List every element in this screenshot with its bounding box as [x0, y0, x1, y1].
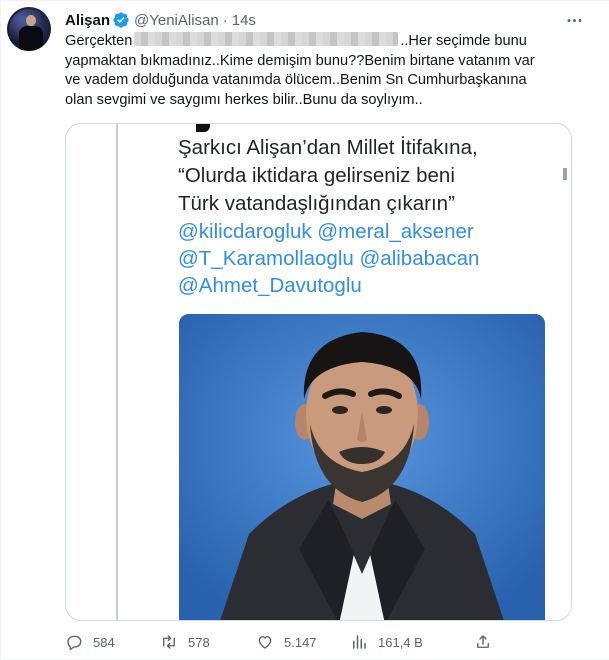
- media-mention-line: @kilicdarogluk @meral_aksener: [178, 220, 474, 243]
- tweet-header: Alişan @YeniAlisan · 14s: [65, 10, 256, 30]
- portrait-photo: [179, 314, 545, 620]
- like-count: 5.147: [284, 634, 317, 650]
- screenshot-scroll-mark: [563, 168, 567, 180]
- retweet-count: 578: [188, 634, 210, 650]
- like-button[interactable]: 5.147: [256, 633, 350, 651]
- tweet-actions: 584 578 5.147 161,4 B: [65, 630, 492, 654]
- reply-icon: [67, 635, 82, 651]
- tweet[interactable]: Alişan @YeniAlisan · 14s Gerçekten ..Her …: [0, 0, 609, 660]
- share-icon: [477, 635, 489, 648]
- share-button[interactable]: [474, 633, 492, 651]
- views-icon: [353, 635, 366, 649]
- media-quote-line: Türk vatandaşlığından çıkarın”: [178, 192, 455, 215]
- author-name[interactable]: Alişan: [65, 12, 110, 29]
- media-quote: Şarkıcı Alişan’dan Millet İtifakına, “Ol…: [178, 134, 478, 218]
- avatar-figure-body: [19, 26, 43, 51]
- media-quote-line: Şarkıcı Alişan’dan Millet İtifakına,: [178, 136, 478, 159]
- media-mentions: @kilicdarogluk @meral_aksener @T_Karamol…: [178, 218, 479, 299]
- media-mention-line: @T_Karamollaoglu @alibabacan: [178, 247, 480, 270]
- tweet-media[interactable]: Şarkıcı Alişan’dan Millet İtifakına, “Ol…: [65, 123, 572, 621]
- views-button[interactable]: 161,4 B: [350, 633, 474, 651]
- separator-dot: ·: [222, 11, 228, 29]
- verified-badge-icon[interactable]: [112, 11, 130, 29]
- avatar[interactable]: [7, 7, 51, 51]
- avatar-figure-head: [26, 15, 36, 26]
- screenshot-corner-mark: [196, 124, 210, 132]
- tweet-text: Gerçekten ..Her seçimde bunu yapmaktan bı…: [65, 32, 545, 110]
- portrait-illustration: [179, 314, 545, 620]
- retweet-icon: [163, 635, 175, 649]
- screenshot-border-line: [116, 124, 118, 620]
- views-count: 161,4 B: [378, 634, 423, 650]
- media-quote-line: “Olurda iktidara gelirseniz beni: [178, 164, 455, 187]
- more-icon[interactable]: [563, 9, 585, 31]
- reply-count: 584: [93, 634, 115, 650]
- redacted-text: [134, 32, 399, 46]
- tweet-time[interactable]: 14s: [232, 12, 256, 29]
- author-handle[interactable]: @YeniAlisan: [134, 12, 219, 29]
- retweet-button[interactable]: 578: [160, 633, 256, 651]
- media-mention-line: @Ahmet_Davutoglu: [178, 274, 362, 297]
- reply-button[interactable]: 584: [65, 633, 160, 651]
- tweet-text-start: Gerçekten: [65, 33, 133, 49]
- like-icon: [258, 636, 272, 649]
